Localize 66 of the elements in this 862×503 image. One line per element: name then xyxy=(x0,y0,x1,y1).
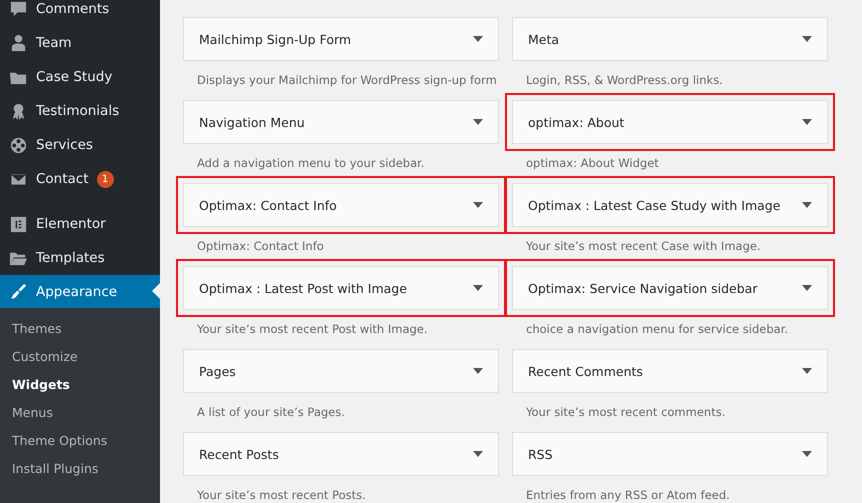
sidebar-item[interactable]: Appearance xyxy=(0,275,160,308)
widget-description: optimax: About Widget xyxy=(526,156,660,170)
sidebar-item[interactable]: Templates xyxy=(0,241,160,275)
sidebar-item[interactable]: Elementor xyxy=(0,207,160,241)
sidebar-item[interactable]: Case Study xyxy=(0,60,160,94)
submenu-item[interactable]: Theme Options xyxy=(0,426,160,454)
widget-description: Your site’s most recent Post with Image. xyxy=(197,322,429,336)
menu-label: Elementor xyxy=(36,216,106,232)
menu-label: Contact xyxy=(36,171,89,187)
sidebar-item[interactable]: Contact 1 xyxy=(0,162,160,196)
submenu-item[interactable]: Widgets xyxy=(0,370,160,398)
count-badge: 1 xyxy=(96,170,114,188)
widget-description: Add a navigation menu to your sidebar. xyxy=(197,156,426,170)
widget-header[interactable]: optimax: About xyxy=(512,100,828,144)
sidebar-item[interactable]: Testimonials xyxy=(0,94,160,128)
widget-header[interactable]: Optimax : Latest Case Study with Image xyxy=(512,183,828,227)
widget-description: Optimax: Contact Info xyxy=(197,239,325,253)
menu-label: Comments xyxy=(36,1,110,17)
brush-icon xyxy=(9,282,28,301)
menu-label: Appearance xyxy=(36,284,118,300)
caret-icon xyxy=(473,119,483,125)
comment-icon xyxy=(9,0,28,18)
submenu-item[interactable]: Menus xyxy=(0,398,160,426)
widget-description: choice a navigation menu for service sidebar. xyxy=(526,322,790,336)
widget-description: Your site’s most recent comments. xyxy=(526,405,726,419)
caret-icon xyxy=(802,36,812,42)
sidebar-item[interactable]: Services xyxy=(0,128,160,162)
widget-header[interactable]: Navigation Menu xyxy=(183,100,499,144)
menu-label: Testimonials xyxy=(36,103,120,119)
sidebar-item[interactable]: Comments xyxy=(0,0,160,26)
widget-header[interactable]: Optimax : Latest Post with Image xyxy=(183,266,499,310)
caret-icon xyxy=(473,451,483,457)
widget-header[interactable]: Optimax: Contact Info xyxy=(183,183,499,227)
widget-header[interactable]: Recent Posts xyxy=(183,432,499,476)
caret-icon xyxy=(802,368,812,374)
widget-description: Displays your Mailchimp for WordPress sign-up form xyxy=(197,73,498,87)
menu-label: Services xyxy=(36,137,93,153)
elementor-icon xyxy=(9,214,28,234)
caret-icon xyxy=(473,202,483,208)
caret-icon xyxy=(802,119,812,125)
caret-icon xyxy=(802,451,812,457)
reel-icon xyxy=(9,136,28,154)
widget-header[interactable]: Mailchimp Sign-Up Form xyxy=(183,17,499,61)
widget-description: Your site’s most recent Case with Image. xyxy=(526,239,762,253)
submenu-item[interactable]: Customize xyxy=(0,342,160,370)
widget-description: Entries from any RSS or Atom feed. xyxy=(526,488,731,502)
widget-header[interactable]: Optimax: Service Navigation sidebar xyxy=(512,266,828,310)
menu-label: Templates xyxy=(36,250,105,266)
widget-header[interactable]: Pages xyxy=(183,349,499,393)
caret-icon xyxy=(473,368,483,374)
widget-description: A list of your site’s Pages. xyxy=(197,405,346,419)
submenu-item[interactable]: Install Plugins xyxy=(0,454,160,482)
caret-icon xyxy=(802,202,812,208)
caret-icon xyxy=(802,285,812,291)
person-icon xyxy=(9,34,28,52)
widget-description: Your site’s most recent Posts. xyxy=(197,488,367,502)
submenu-item[interactable]: Themes xyxy=(0,314,160,342)
sidebar-item[interactable]: Team xyxy=(0,26,160,60)
menu-label: Team xyxy=(36,35,72,51)
widget-header[interactable]: Recent Comments xyxy=(512,349,828,393)
widget-header[interactable]: Meta xyxy=(512,17,828,61)
widget-header[interactable]: RSS xyxy=(512,432,828,476)
menu-label: Case Study xyxy=(36,69,112,85)
caret-icon xyxy=(473,285,483,291)
widget-description: Login, RSS, & WordPress.org links. xyxy=(526,73,724,87)
caret-icon xyxy=(473,36,483,42)
